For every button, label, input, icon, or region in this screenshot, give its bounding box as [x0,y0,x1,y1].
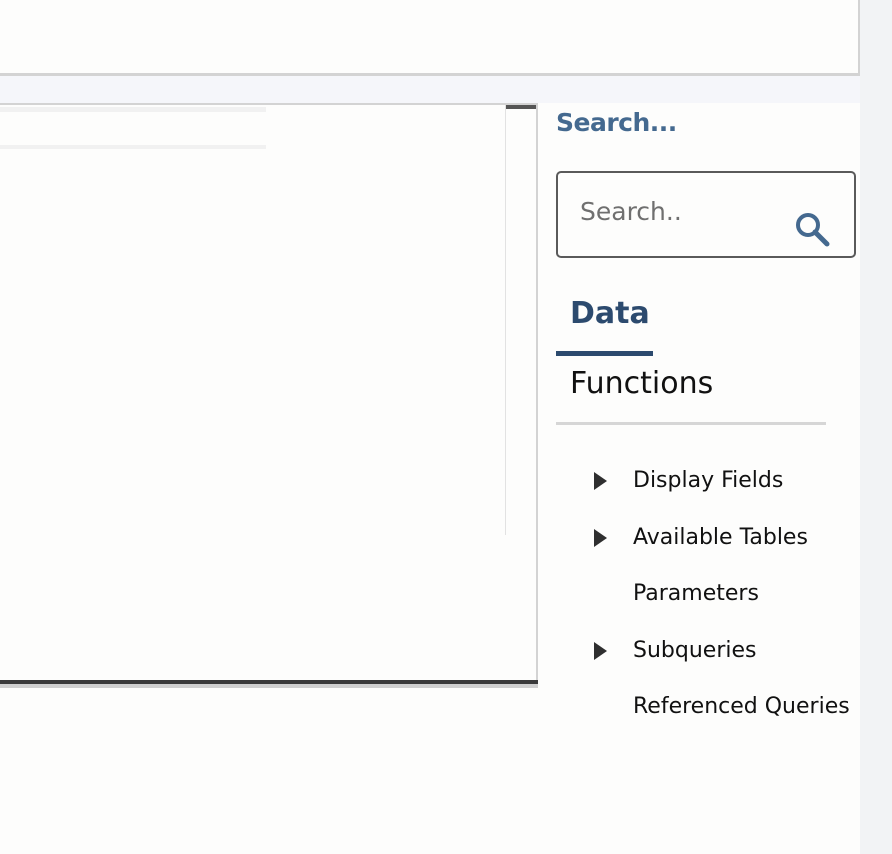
tab-functions[interactable]: Functions [570,366,713,401]
tree-item-label: Available Tables [633,524,808,550]
tree-item-display-fields[interactable]: Display Fields [590,462,850,519]
tree-item-label: Display Fields [633,468,784,493]
expand-arrow-icon[interactable] [594,641,607,660]
expand-arrow-icon[interactable] [594,528,607,547]
tabs-divider [556,422,826,425]
tree-item-label: Referenced Queries [633,694,850,720]
top-panel [0,0,860,76]
tree-item-referenced-queries[interactable]: Referenced Queries [590,688,850,745]
search-box[interactable] [556,171,856,258]
data-tree: Display Fields Available Tables Paramete… [590,462,850,745]
editor-hscrollbar[interactable] [0,684,538,688]
sidebar-title: Search... [556,108,677,137]
tree-item-available-tables[interactable]: Available Tables [590,519,850,576]
editor-line [0,107,266,112]
tree-item-parameters[interactable]: Parameters [590,575,850,632]
page-scrollbar[interactable] [860,0,892,854]
editor-scroll-track[interactable] [505,105,506,535]
editor-line [0,145,266,149]
expand-arrow-icon[interactable] [594,472,607,490]
search-input[interactable] [568,191,812,231]
panel-gap [0,76,860,103]
tab-data[interactable]: Data [570,296,650,331]
query-editor[interactable] [0,103,538,682]
tree-item-label: Parameters [633,581,759,607]
search-icon[interactable] [794,211,834,251]
tab-data-active-indicator [556,351,653,356]
editor-scroll-cap [506,105,536,109]
tree-item-label: Subqueries [633,637,757,663]
tree-item-subqueries[interactable]: Subqueries [590,632,850,689]
